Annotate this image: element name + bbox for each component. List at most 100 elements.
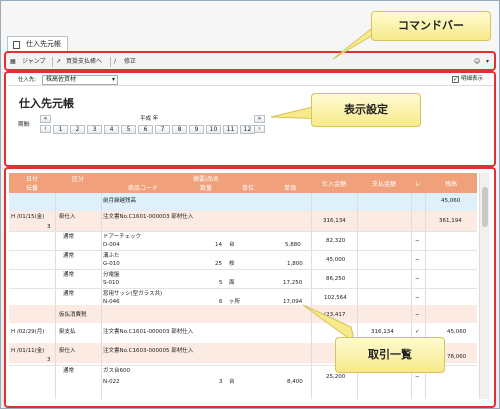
cell-type: 掛支払 [59, 329, 76, 335]
prev-year-button[interactable]: « [40, 115, 51, 123]
cell-qty: 5 [219, 280, 223, 286]
month-button-9[interactable]: 9 [189, 125, 204, 134]
toolbar-separator [110, 57, 111, 67]
cell-slip: 3 [47, 357, 51, 363]
cell-code: N-046 [103, 299, 120, 305]
cell-balance: 78,060 [447, 354, 467, 360]
next-year-button[interactable]: » [254, 115, 265, 123]
prev-month-button[interactable]: ‹ [40, 125, 51, 133]
cell-qty: 3 [219, 379, 223, 385]
period-label: 期間: [18, 122, 31, 128]
help-icon[interactable]: ☺ [474, 57, 480, 66]
row-divider [9, 231, 477, 232]
cell-summary: ドアーチェック [103, 234, 142, 240]
cell-summary: ガス台600 [103, 368, 130, 374]
cell-flag: ✓ [415, 329, 420, 335]
period-selector: « ‹ 平成 年 » › 1 2 3 4 5 6 7 8 9 10 11 12 [40, 115, 268, 135]
year-display: 平成 年 [140, 116, 159, 122]
row-divider [9, 250, 477, 251]
show-detail-checkbox[interactable]: ✓ [452, 76, 459, 83]
cell-type: 通常 [63, 253, 75, 259]
header-summary: 摘要/品名 [192, 176, 220, 183]
vertical-scrollbar[interactable] [479, 173, 489, 399]
cell-price: 17,094 [283, 299, 303, 305]
cell-date: H /01/15(金) [11, 214, 45, 220]
cell-price: 5,880 [285, 242, 301, 248]
document-icon [13, 41, 20, 49]
month-button-10[interactable]: 10 [206, 125, 221, 134]
header-unit: 単位 [241, 185, 254, 192]
cell-flag: − [415, 374, 420, 380]
cell-price: 8,400 [287, 379, 303, 385]
month-button-2[interactable]: 2 [70, 125, 85, 134]
row-divider [9, 288, 477, 289]
chevron-down-icon[interactable]: ▾ [486, 57, 489, 66]
cell-balance: 45,060 [447, 329, 467, 335]
cell-type: 仮払消費税 [59, 312, 87, 318]
month-button-1[interactable]: 1 [53, 125, 68, 134]
month-button-3[interactable]: 3 [87, 125, 102, 134]
command-bar: ▦ ジャンプ ↗ 買掛支払帳へ ∕ 修正 ☺ ▾ [4, 51, 496, 71]
ledger-title: 仕入先元帳 [19, 97, 74, 110]
cell-unit: ヶ所 [229, 299, 241, 305]
cell-summary: 注文書No.C1601-000003 部材仕入 [103, 329, 194, 335]
cell-type: 通常 [63, 291, 75, 297]
fix-button[interactable]: 修正 [124, 57, 136, 66]
month-button-11[interactable]: 11 [223, 125, 238, 134]
cell-price: 1,800 [287, 261, 303, 267]
cell-flag: − [415, 295, 420, 301]
supplier-select[interactable]: 株高佐資材 ▾ [42, 75, 118, 85]
cell-purchase: 45,000 [326, 257, 346, 263]
header-slip-no: 伝番 [25, 185, 38, 192]
scrollbar-thumb[interactable] [482, 187, 488, 227]
cell-unit: 枚 [229, 261, 235, 267]
edit-icon: ∕ [114, 58, 117, 65]
purchase-payment-button[interactable]: 買掛支払帳へ [66, 57, 102, 66]
cell-slip: 3 [47, 224, 51, 230]
month-button-4[interactable]: 4 [104, 125, 119, 134]
cell-purchase: 86,250 [326, 276, 346, 282]
tab-label: 仕入先元帳 [26, 40, 61, 48]
month-button-6[interactable]: 6 [138, 125, 153, 134]
column-line [311, 193, 312, 399]
cell-summary: 注文書No.C1601-000003 部材仕入 [103, 214, 194, 220]
next-month-button[interactable]: › [254, 125, 265, 133]
cell-type: 掛仕入 [59, 214, 76, 220]
cell-unit: 台 [229, 379, 235, 385]
grid-icon: ▦ [10, 58, 16, 65]
month-button-7[interactable]: 7 [155, 125, 170, 134]
cell-purchase: 316,134 [323, 218, 346, 224]
transaction-row-bg [9, 211, 477, 231]
carry-over-row-bg [9, 193, 477, 211]
header-type: 区分 [71, 176, 84, 183]
supplier-select-value: 株高佐資材 [46, 76, 77, 83]
header-product-code: 商品コード [127, 185, 158, 192]
jump-button[interactable]: ジャンプ [22, 57, 46, 66]
month-button-12[interactable]: 12 [240, 125, 255, 134]
cell-summary: 窓用サッシ(型ガラス共) [103, 291, 163, 297]
column-line [55, 193, 56, 399]
cell-type: 通常 [63, 234, 75, 240]
cell-date: H /01/11(金) [11, 348, 45, 354]
cell-code: D-004 [103, 242, 120, 248]
cell-unit: 台 [229, 242, 235, 248]
cell-summary: 前月繰越残高 [103, 198, 137, 204]
header-payment-amount: 支払金額 [371, 181, 396, 188]
cell-date: H /02/29(月) [11, 329, 45, 335]
callout-label: コマンドバー [371, 11, 491, 41]
cell-flag: − [415, 276, 420, 282]
column-line [101, 193, 102, 399]
cell-qty: 14 [215, 242, 222, 248]
display-settings-panel: 仕入先: 株高佐資材 ▾ ✓ 明細表示 仕入先元帳 期間: « ‹ 平成 年 »… [4, 71, 496, 167]
cell-flag: − [415, 257, 420, 263]
header-date: 日付 [25, 176, 38, 183]
chevron-down-icon: ▾ [111, 76, 115, 83]
header-price: 単価 [283, 185, 296, 192]
tab-supplier-ledger[interactable]: 仕入先元帳 [7, 36, 68, 52]
cell-balance: 361,194 [439, 218, 462, 224]
month-button-5[interactable]: 5 [121, 125, 136, 134]
cell-payment: 316,134 [371, 329, 394, 335]
cell-balance: 45,060 [441, 198, 461, 204]
cell-type: 通常 [63, 368, 75, 374]
month-button-8[interactable]: 8 [172, 125, 187, 134]
